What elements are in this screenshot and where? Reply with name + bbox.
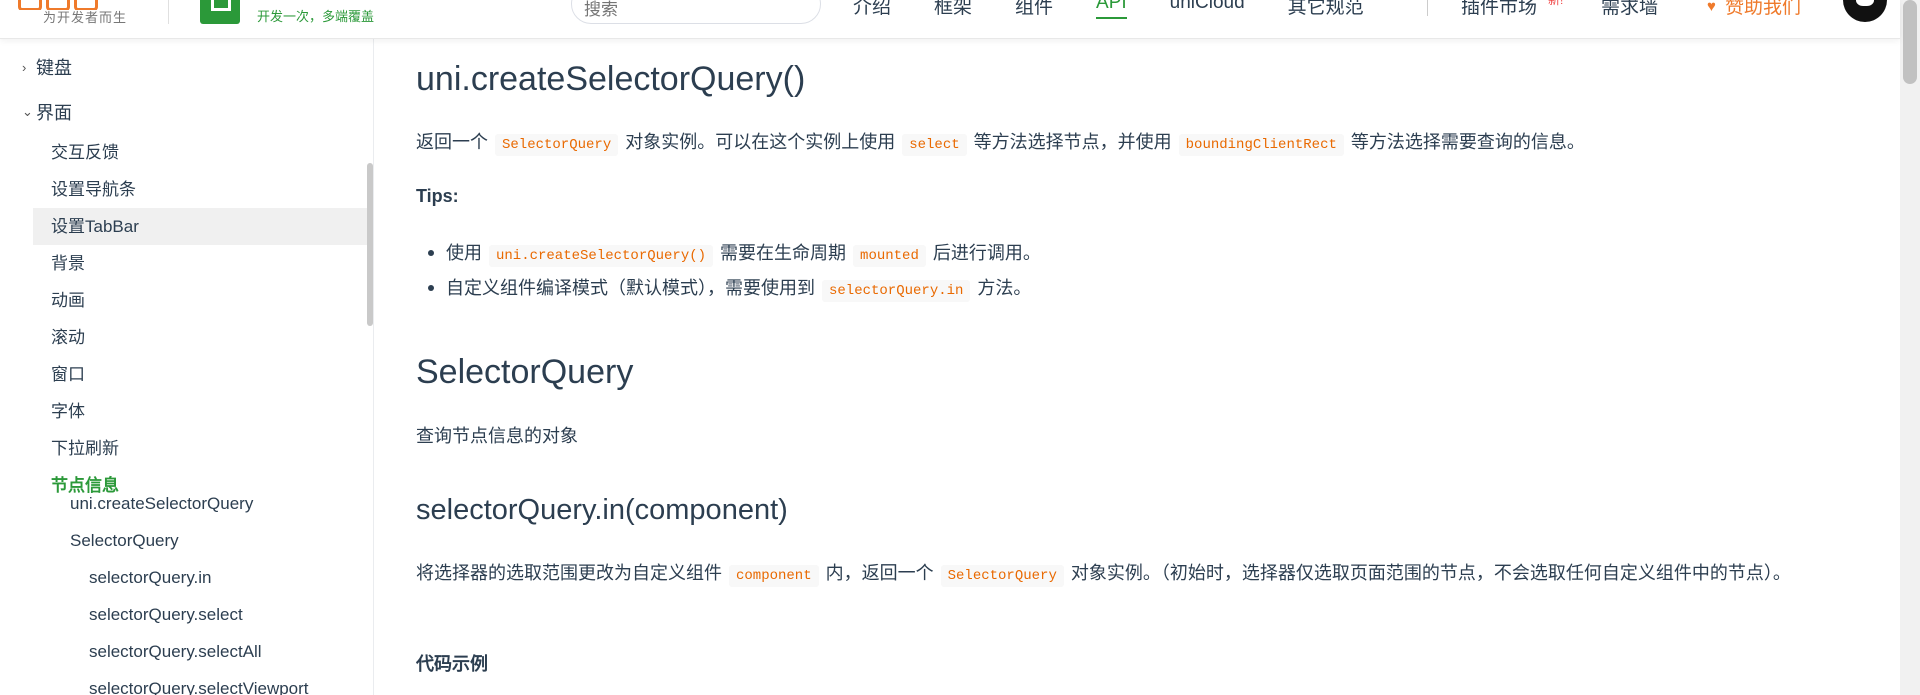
code-example-label: 代码示例	[416, 654, 488, 674]
top-navbar: 为开发者而生 开发一次，多端覆盖 介绍 框架 组件 API uniCloud 其…	[0, 0, 1900, 39]
sidebar-item-window[interactable]: 窗口	[33, 356, 367, 393]
page-title: uni.createSelectorQuery()	[416, 60, 806, 98]
inline-code: component	[729, 565, 819, 587]
nav-link-other-specs[interactable]: 其它规范	[1288, 0, 1364, 19]
chevron-right-icon: ›	[22, 59, 27, 75]
sidebar-group-label: 键盘	[36, 58, 72, 78]
inline-code: select	[902, 134, 967, 156]
heart-icon: ♥	[1707, 0, 1716, 15]
sidebar-group-ui[interactable]: ⌄ 界面	[22, 97, 72, 127]
sidebar-item-navbar[interactable]: 设置导航条	[33, 171, 367, 208]
list-item: 自定义组件编译模式（默认模式），需要使用到 selectorQuery.in 方法。	[446, 274, 1031, 302]
inline-code: selectorQuery.in	[822, 280, 971, 302]
nav-link-components[interactable]: 组件	[1015, 0, 1053, 19]
uniapp-logo-icon[interactable]	[200, 0, 240, 24]
main-nav: 介绍 框架 组件 API uniCloud 其它规范	[853, 0, 1407, 19]
section-heading-selector-query: SelectorQuery	[416, 353, 634, 391]
section-description: 将选择器的选取范围更改为自定义组件 component 内，返回一个 Selector…	[416, 556, 1836, 593]
main-content: uni.createSelectorQuery() 返回一个 SelectorQu…	[416, 38, 1846, 695]
sidebar-item-feedback[interactable]: 交互反馈	[33, 134, 367, 171]
nav-link-intro[interactable]: 介绍	[853, 0, 891, 19]
sidebar-item-animation[interactable]: 动画	[33, 282, 367, 319]
sidebar-scrollbar[interactable]	[367, 163, 373, 326]
sidebar-item-tabbar[interactable]: 设置TabBar	[33, 208, 367, 245]
sidebar-item-scroll[interactable]: 滚动	[33, 319, 367, 356]
nav-link-unicloud[interactable]: uniCloud	[1170, 0, 1245, 19]
brand-tagline: 开发一次，多端覆盖	[257, 9, 375, 24]
nav-link-framework[interactable]: 框架	[934, 0, 972, 19]
sidebar: › 键盘 ⌄ 界面 交互反馈 设置导航条 设置TabBar 背景 动画 滚动 窗…	[0, 38, 374, 695]
sidebar-subitem-selector-query-in[interactable]: selectorQuery.in	[89, 563, 212, 593]
page-scrollbar-track	[1900, 0, 1920, 695]
sidebar-subitem-selector-query[interactable]: SelectorQuery	[70, 526, 179, 556]
page-scrollbar-thumb[interactable]	[1903, 0, 1917, 84]
sidebar-subitem-create-selector-query[interactable]: uni.createSelectorQuery	[70, 489, 253, 519]
inline-code: uni.createSelectorQuery()	[489, 245, 714, 267]
sidebar-item-font[interactable]: 字体	[33, 393, 367, 430]
search-box[interactable]	[571, 0, 821, 24]
chevron-down-icon: ⌄	[22, 104, 33, 119]
inline-code: mounted	[853, 245, 926, 267]
logo-divider	[168, 0, 169, 24]
tips-label: Tips:	[416, 186, 459, 206]
inline-code: SelectorQuery	[940, 565, 1064, 587]
intro-paragraph: 返回一个 SelectorQuery 对象实例。可以在这个实例上使用 select 等方…	[416, 128, 1585, 156]
sidebar-item-background[interactable]: 背景	[33, 245, 367, 282]
new-badge: 新!	[1548, 0, 1564, 7]
list-bullet	[428, 250, 434, 256]
nav-separator	[1427, 0, 1428, 16]
logo-slogan: 为开发者而生	[43, 10, 128, 25]
sidebar-subitem-selector-query-select-all[interactable]: selectorQuery.selectAll	[89, 637, 262, 667]
sidebar-subitem-selector-query-select-viewport[interactable]: selectorQuery.selectViewport	[89, 674, 309, 695]
nav-link-demand-wall[interactable]: 需求墙	[1601, 0, 1658, 19]
list-item: 使用 uni.createSelectorQuery() 需要在生命周期 mounte…	[446, 239, 1041, 267]
section-heading-selector-query-in: selectorQuery.in(component)	[416, 494, 788, 526]
sidebar-item-pull-refresh[interactable]: 下拉刷新	[33, 430, 367, 467]
search-input[interactable]	[582, 0, 806, 23]
github-icon[interactable]	[1843, 0, 1887, 22]
section-description: 查询节点信息的对象	[416, 426, 578, 446]
nav-link-sponsor[interactable]: 赞助我们	[1725, 0, 1801, 19]
list-bullet	[428, 285, 434, 291]
inline-code: SelectorQuery	[495, 134, 619, 156]
sidebar-subitem-selector-query-select[interactable]: selectorQuery.select	[89, 600, 243, 630]
nav-link-api[interactable]: API	[1096, 0, 1127, 19]
sidebar-group-label: 界面	[36, 103, 72, 123]
inline-code: boundingClientRect	[1178, 134, 1344, 156]
sidebar-group-keyboard[interactable]: › 键盘	[22, 52, 72, 82]
nav-link-plugin-market[interactable]: 插件市场	[1461, 0, 1537, 19]
